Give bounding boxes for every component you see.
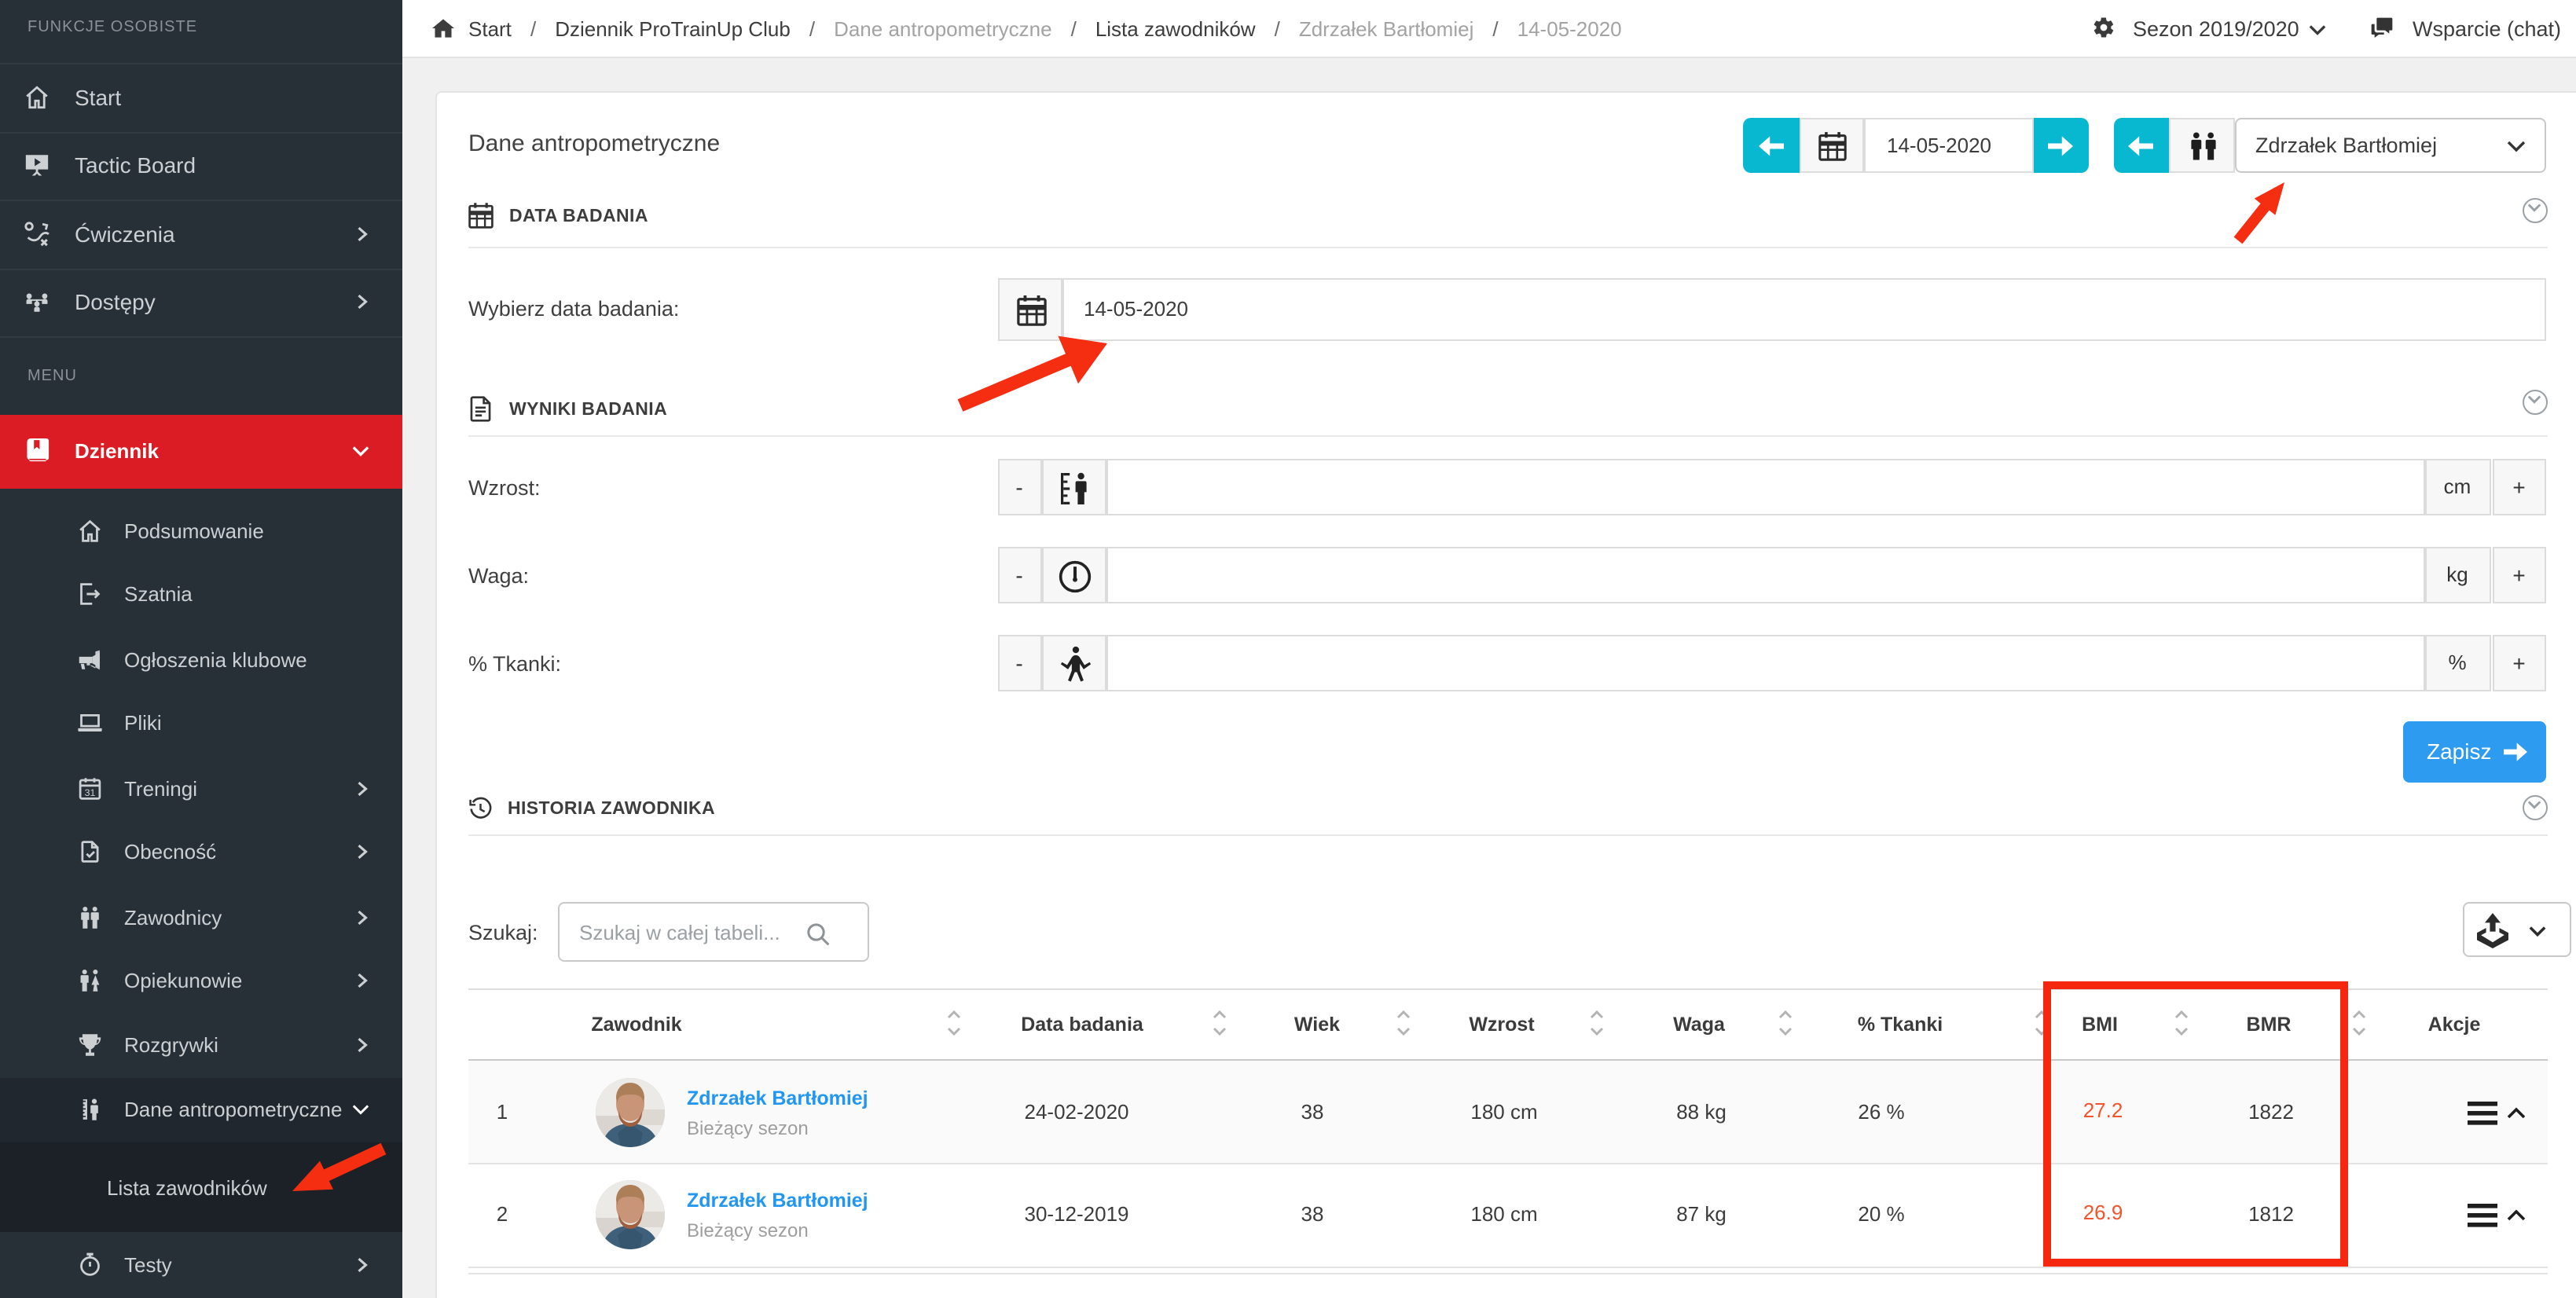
svg-text:31: 31 — [84, 786, 95, 798]
